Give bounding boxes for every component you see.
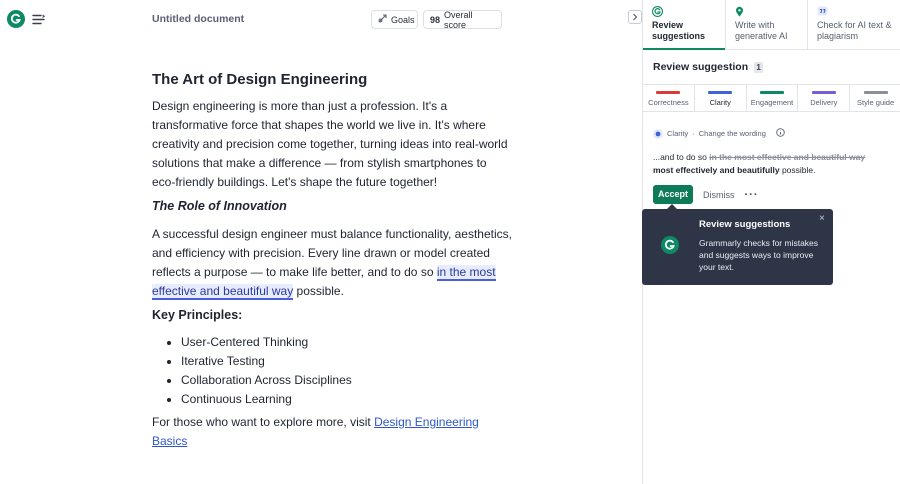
quote-icon [817,6,893,18]
suggestion-actions: Accept Dismiss ··· [653,185,759,204]
clarity-icon [653,128,663,139]
editor-area: Untitled document Goals 98 Overall score… [0,0,642,484]
tab-review-suggestions[interactable]: Review suggestions [643,0,725,50]
review-heading: Review suggestion [653,61,749,73]
chevron-right-icon [633,13,638,21]
suggestion-category: Clarity [667,129,689,138]
section-heading-innovation: The Role of Innovation [152,199,287,213]
category-bar [759,91,784,94]
category-bar [708,91,733,94]
closing-paragraph: For those who want to explore more, visi… [152,413,512,451]
more-options-icon[interactable]: ··· [745,189,759,201]
tab-label: Review suggestions [652,20,706,41]
replacement-text: most effectively and beautifully [653,165,780,175]
category-bar [863,91,888,94]
score-label: Overall score [444,9,473,30]
removed-text: in the most effective and beautiful way [709,152,866,162]
grammarly-icon [651,5,717,18]
category-delivery[interactable]: Delivery [797,85,849,111]
principles-heading: Key Principles: [152,308,243,322]
menu-icon[interactable] [27,8,49,30]
document-body[interactable]: The Art of Design Engineering Design eng… [152,71,512,458]
close-icon[interactable]: × [819,213,825,224]
list-item: Iterative Testing [181,352,512,371]
suggestion-suffix: possible. [779,165,816,175]
review-suggestions-tooltip: Review suggestions Grammarly checks for … [642,204,833,285]
goals-button[interactable]: Goals [371,10,418,29]
list-item: Continuous Learning [181,390,512,409]
document-title[interactable]: Untitled document [152,13,244,25]
tab-label: Check for AI text & plagiarism [817,20,892,41]
category-label: Style guide [857,98,895,107]
category-label: Correctness [648,98,689,107]
document-heading: The Art of Design Engineering [152,71,368,88]
innovation-text-after: possible. [293,284,344,298]
tab-ai-plagiarism[interactable]: Check for AI text & plagiarism [807,0,900,49]
category-label: Delivery [810,98,838,107]
review-suggestion-header: Review suggestion 1 [653,61,764,73]
category-label: Engagement [750,98,794,107]
tab-label: Write with generative AI [735,20,788,41]
goals-icon [378,14,387,25]
category-correctness[interactable]: Correctness [643,85,694,111]
tooltip-title: Review suggestions [699,219,791,230]
info-icon[interactable] [776,128,785,139]
category-filters: Correctness Clarity Engagement Delivery … [643,84,900,112]
pin-icon [735,6,799,18]
innovation-paragraph: A successful design engineer must balanc… [152,225,512,301]
accept-button[interactable]: Accept [653,185,694,204]
principles-list: User-Centered Thinking Iterative Testing… [181,333,512,409]
grammarly-logo-icon[interactable] [7,10,25,28]
suggestion-count-badge: 1 [754,61,764,73]
tooltip-body: Grammarly checks for mistakes and sugges… [699,238,819,272]
tab-generative-ai[interactable]: Write with generative AI [725,0,807,49]
overall-score-button[interactable]: 98 Overall score [423,9,502,30]
suggestion-preview: ...and to do so in the most effective an… [653,151,893,177]
goals-label: Goals [391,14,415,25]
category-clarity[interactable]: Clarity [693,85,746,111]
panel-tabs: Review suggestions Write with generative… [643,0,900,50]
category-label: Clarity [709,98,731,107]
dismiss-button[interactable]: Dismiss [703,190,735,200]
category-engagement[interactable]: Engagement [745,85,798,111]
list-item: Collaboration Across Disciplines [181,371,512,390]
category-bar [656,91,681,94]
score-value: 98 [430,14,441,25]
suggestion-prefix: ...and to do so [653,152,710,162]
suggestion-action: Change the wording [698,129,766,138]
grammarly-logo-icon [661,236,679,254]
category-style-guide[interactable]: Style guide [849,85,900,111]
meta-separator: · [692,129,695,138]
list-item: User-Centered Thinking [181,333,512,352]
closing-text: For those who want to explore more, visi… [152,415,375,429]
collapse-panel-button[interactable] [628,10,642,24]
intro-paragraph: Design engineering is more than just a p… [152,99,508,189]
category-bar [811,91,836,94]
suggestion-meta: Clarity · Change the wording [653,128,785,139]
